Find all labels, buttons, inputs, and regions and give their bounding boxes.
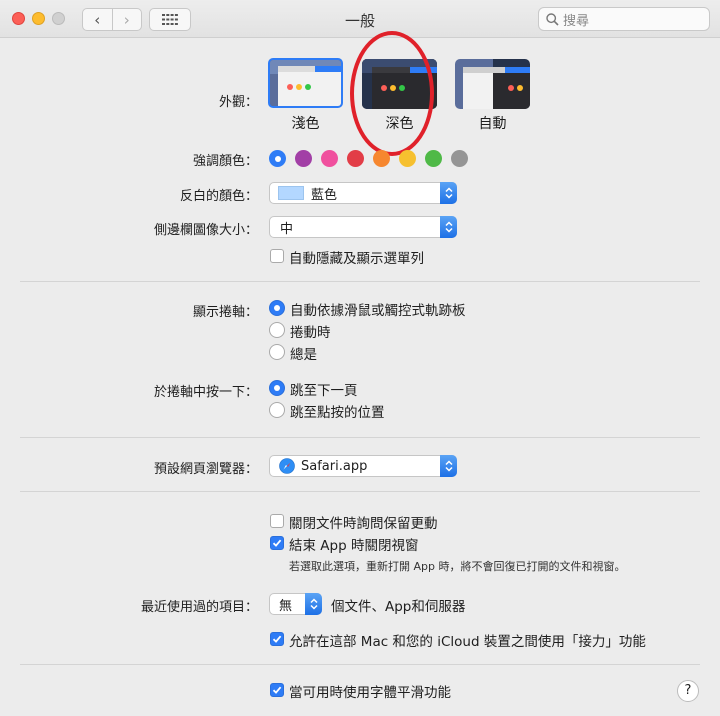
click-next-page-label: 跳至下一頁 <box>290 383 358 399</box>
auto-mode-preview-icon <box>455 59 530 109</box>
help-button[interactable]: ? <box>677 680 699 702</box>
default-browser-label: 預設網頁瀏覽器： <box>153 462 258 477</box>
font-smoothing-label: 當可用時使用字體平滑功能 <box>289 685 451 701</box>
checkmark-icon <box>272 635 282 643</box>
recent-items-suffix: 個文件、App和伺服器 <box>331 599 466 615</box>
accent-orange-swatch[interactable] <box>373 150 390 167</box>
grid-icon <box>162 14 178 25</box>
history-nav: ‹ › <box>82 8 142 31</box>
click-scrollbar-label: 於捲軸中按一下： <box>153 385 258 400</box>
search-icon <box>546 12 559 26</box>
click-spot-radio[interactable] <box>269 402 285 418</box>
click-spot-label: 跳至點按的位置 <box>290 405 385 421</box>
chevron-updown-icon <box>440 182 457 204</box>
default-browser-popup[interactable]: Safari.app <box>269 455 457 477</box>
auto-hide-menu-checkbox[interactable] <box>270 249 284 263</box>
close-windows-note: 若選取此選項，重新打開 App 時，將不會回復已打開的文件和視窗。 <box>289 560 626 573</box>
chevron-right-icon: › <box>123 10 130 29</box>
zoom-window-button[interactable] <box>52 12 65 25</box>
recent-items-label: 最近使用過的項目： <box>140 600 258 615</box>
red-circle-annotation <box>350 31 434 156</box>
auto-hide-menu-label: 自動隱藏及顯示選單列 <box>289 251 424 267</box>
highlight-color-label: 反白的顏色： <box>179 189 258 204</box>
appearance-label: 外觀： <box>218 95 258 110</box>
recent-items-popup[interactable]: 無 <box>269 593 322 615</box>
show-all-button[interactable] <box>149 8 191 31</box>
chevron-updown-icon <box>305 593 322 615</box>
click-next-page-radio[interactable] <box>269 380 285 396</box>
forward-button[interactable]: › <box>111 9 142 30</box>
highlight-swatch <box>278 186 304 200</box>
divider <box>20 664 700 665</box>
appearance-light-label[interactable]: 淺色 <box>268 113 343 133</box>
handoff-checkbox[interactable] <box>270 632 284 646</box>
highlight-color-popup[interactable]: 藍色 <box>269 182 457 204</box>
handoff-label: 允許在這部 Mac 和您的 iCloud 裝置之間使用「接力」功能 <box>289 634 646 650</box>
checkmark-icon <box>272 539 282 547</box>
close-windows-checkbox[interactable] <box>270 536 284 550</box>
ask-keep-changes-label: 關閉文件時詢問保留更動 <box>289 516 438 532</box>
sidebar-icon-size-value: 中 <box>280 221 294 237</box>
light-mode-preview-icon <box>270 60 341 106</box>
appearance-auto-thumbnail[interactable] <box>455 59 530 109</box>
accent-pink-swatch[interactable] <box>321 150 338 167</box>
checkmark-icon <box>272 686 282 694</box>
appearance-auto-label[interactable]: 自動 <box>455 113 530 133</box>
search-field[interactable]: 搜尋 <box>538 7 710 31</box>
chevron-updown-icon <box>440 455 457 477</box>
sidebar-icon-size-popup[interactable]: 中 <box>269 216 457 238</box>
chevron-updown-icon <box>440 216 457 238</box>
accent-purple-swatch[interactable] <box>295 150 312 167</box>
close-windows-label: 結束 App 時關閉視窗 <box>289 538 419 554</box>
minimize-window-button[interactable] <box>32 12 45 25</box>
accent-blue-swatch[interactable] <box>269 150 286 167</box>
scrollbars-always-label: 總是 <box>290 347 317 363</box>
ask-keep-changes-checkbox[interactable] <box>270 514 284 528</box>
default-browser-value: Safari.app <box>301 458 368 474</box>
chevron-left-icon: ‹ <box>94 10 101 29</box>
search-placeholder: 搜尋 <box>563 13 590 29</box>
accent-color-label: 強調顏色： <box>192 154 258 169</box>
accent-red-swatch[interactable] <box>347 150 364 167</box>
accent-yellow-swatch[interactable] <box>399 150 416 167</box>
divider <box>20 281 700 282</box>
recent-items-value: 無 <box>279 598 293 614</box>
back-button[interactable]: ‹ <box>83 9 112 30</box>
highlight-value: 藍色 <box>311 187 338 203</box>
font-smoothing-checkbox[interactable] <box>270 683 284 697</box>
show-scrollbars-label: 顯示捲軸： <box>192 305 258 320</box>
divider <box>20 491 700 492</box>
divider <box>20 437 700 438</box>
accent-green-swatch[interactable] <box>425 150 442 167</box>
safari-icon <box>279 458 295 474</box>
accent-graphite-swatch[interactable] <box>451 150 468 167</box>
scrollbars-auto-label: 自動依據滑鼠或觸控式軌跡板 <box>290 303 466 319</box>
appearance-light-thumbnail[interactable] <box>268 58 343 108</box>
window-title: 一般 <box>344 12 375 30</box>
scrollbars-always-radio[interactable] <box>269 344 285 360</box>
scrollbars-scrolling-radio[interactable] <box>269 322 285 338</box>
sidebar-icon-size-label: 側邊欄圖像大小： <box>153 223 258 238</box>
scrollbars-scrolling-label: 捲動時 <box>290 325 331 341</box>
scrollbars-auto-radio[interactable] <box>269 300 285 316</box>
close-window-button[interactable] <box>12 12 25 25</box>
